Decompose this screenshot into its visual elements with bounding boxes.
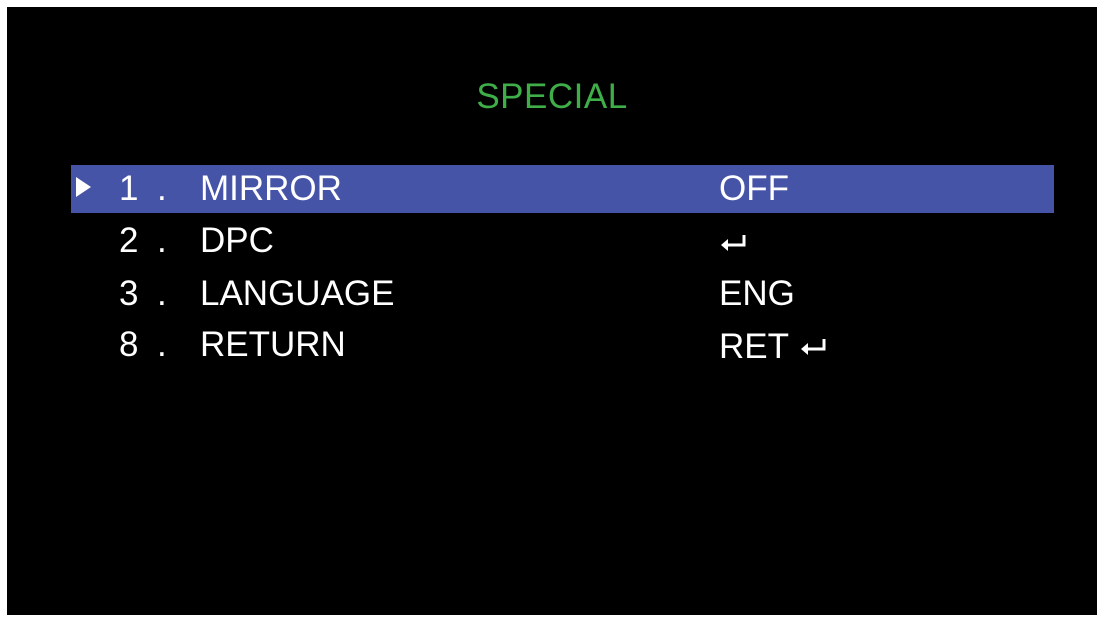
menu-item-value[interactable] [719, 217, 749, 265]
menu-item-language[interactable]: 3 . LANGUAGE ENG [7, 270, 1097, 318]
menu-item-mirror[interactable]: 1 . MIRROR OFF [71, 165, 1054, 213]
menu-item-value[interactable]: RET [719, 321, 829, 371]
menu-item-dpc[interactable]: 2 . DPC [7, 217, 1097, 265]
menu-item-separator: . [157, 274, 167, 313]
menu-title: SPECIAL [476, 77, 628, 116]
triangle-right-icon [76, 177, 91, 197]
menu-item-return[interactable]: 8 . RETURN RET [7, 321, 1097, 369]
osd-screen: SPECIAL 1 . MIRROR OFF 2 . DPC 3 . LANGU… [7, 7, 1097, 615]
enter-arrow-icon [719, 233, 749, 253]
menu-item-value-text: RET [719, 326, 789, 366]
menu-item-number: 8 [119, 325, 139, 364]
menu-item-value[interactable]: ENG [719, 270, 795, 318]
menu-item-separator: . [157, 325, 167, 364]
menu-item-label: DPC [200, 221, 274, 260]
menu-item-number: 3 [119, 274, 139, 313]
menu-list: 1 . MIRROR OFF 2 . DPC 3 . LANGUAGE ENG … [7, 165, 1097, 366]
menu-item-number: 1 [119, 169, 139, 208]
menu-item-value[interactable]: OFF [719, 165, 789, 213]
menu-item-number: 2 [119, 221, 139, 260]
menu-item-label: MIRROR [200, 169, 342, 208]
enter-arrow-icon [799, 337, 829, 357]
menu-item-label: LANGUAGE [200, 274, 395, 313]
menu-item-label: RETURN [200, 325, 346, 364]
menu-item-separator: . [157, 221, 167, 260]
menu-item-separator: . [157, 169, 167, 208]
